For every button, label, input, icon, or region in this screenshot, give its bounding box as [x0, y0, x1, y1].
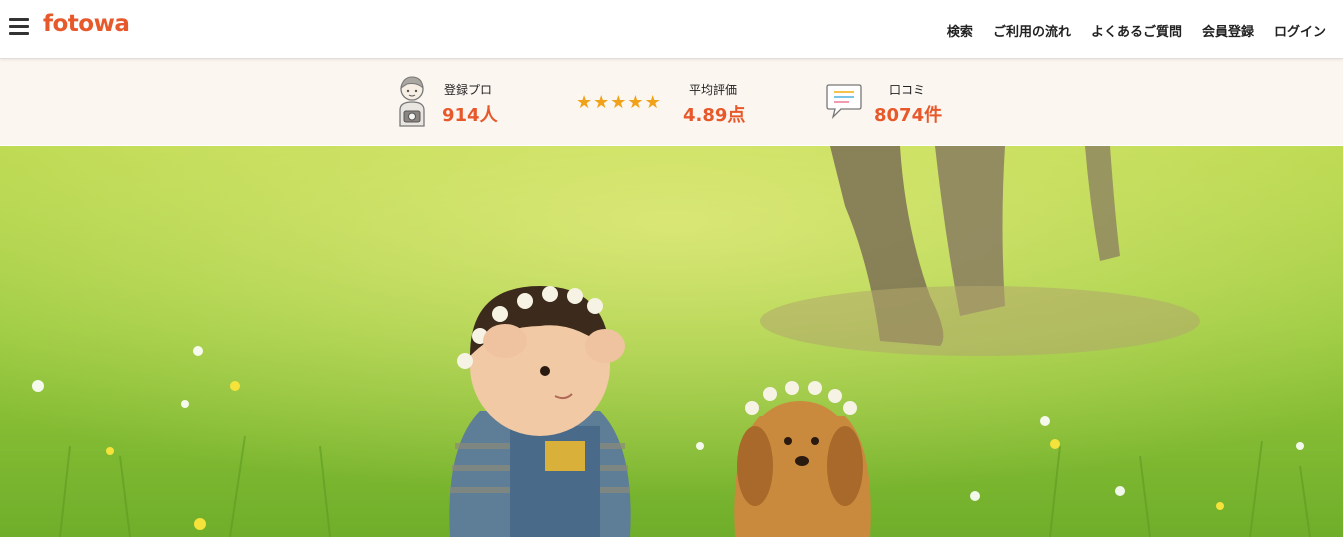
- speech-bubble-icon: [826, 84, 862, 120]
- site-logo[interactable]: fotowa: [43, 11, 130, 37]
- star-icon: ★: [610, 92, 627, 113]
- stats-bar: 登録プロ 914人 平均評価 4.89点 口コミ 8074件: [0, 59, 1343, 145]
- star-icon: ★: [644, 92, 661, 113]
- rating-stars: ★ ★ ★ ★ ★: [576, 94, 661, 112]
- site-header: fotowa 検索 ご利用の流れ よくあるご質問 会員登録 ログイン: [0, 0, 1343, 59]
- nav-how-it-works[interactable]: ご利用の流れ: [993, 21, 1071, 40]
- rating-label: 平均評価: [689, 83, 738, 97]
- reviews-value: 8074件: [874, 105, 943, 126]
- hero-image: [0, 146, 1343, 537]
- star-icon: ★: [627, 92, 644, 113]
- reviews-label: 口コミ: [889, 83, 926, 97]
- nav-faq[interactable]: よくあるご質問: [1091, 21, 1182, 40]
- nav-search[interactable]: 検索: [947, 21, 973, 40]
- pros-label: 登録プロ: [444, 83, 493, 97]
- pros-value: 914人: [442, 105, 498, 126]
- star-icon: ★: [593, 92, 610, 113]
- menu-icon[interactable]: [9, 18, 29, 36]
- star-icon: ★: [576, 92, 593, 113]
- rating-value: 4.89点: [683, 105, 746, 126]
- global-nav: 検索 ご利用の流れ よくあるご質問 会員登録 ログイン: [947, 21, 1326, 40]
- hero-photo-illustration: [0, 146, 1343, 537]
- nav-register[interactable]: 会員登録: [1202, 21, 1254, 40]
- nav-login[interactable]: ログイン: [1274, 21, 1326, 40]
- photographer-icon: [399, 76, 425, 127]
